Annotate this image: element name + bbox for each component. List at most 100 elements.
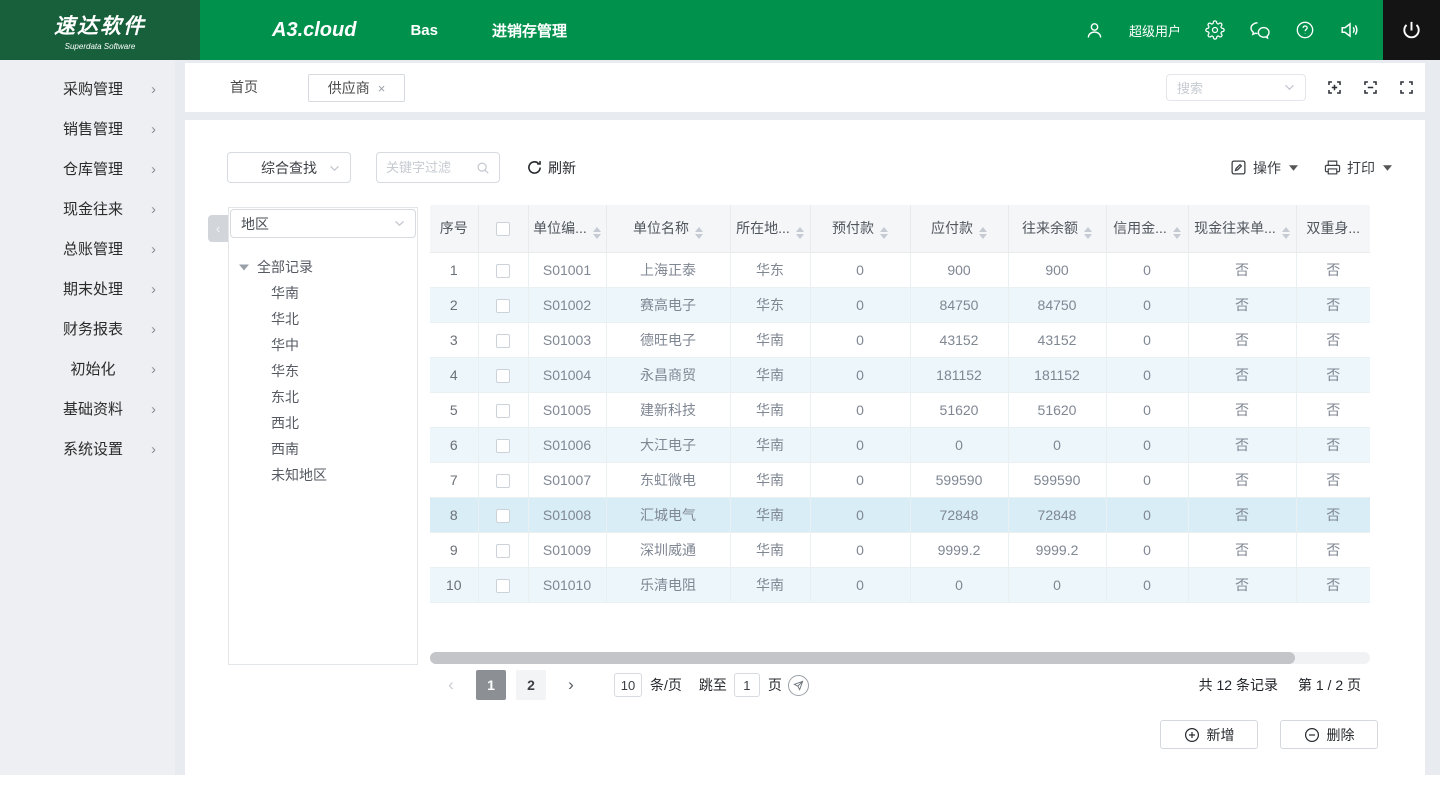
fullscreen-icon[interactable]	[1398, 79, 1415, 96]
jump-go-button[interactable]	[788, 675, 809, 696]
logout-power-button[interactable]	[1383, 0, 1440, 60]
select-all-checkbox[interactable]	[496, 222, 510, 236]
tree-item[interactable]: 西北	[239, 410, 417, 436]
column-header-prepaid[interactable]: 预付款	[810, 205, 910, 252]
sidebar-item[interactable]: 销售管理›	[0, 110, 175, 150]
column-header-cash_doc[interactable]: 现金往来单...	[1188, 205, 1296, 252]
row-checkbox[interactable]	[496, 369, 510, 383]
caret-down-icon[interactable]	[239, 264, 249, 271]
sidebar-item[interactable]: 系统设置›	[0, 430, 175, 470]
next-page-button[interactable]: ›	[564, 675, 578, 695]
sidebar-item[interactable]: 总账管理›	[0, 230, 175, 270]
query-mode-select[interactable]: 综合查找	[227, 152, 351, 183]
table-row[interactable]: 10S01010乐清电阻华南0000否否	[430, 567, 1370, 602]
tab-supplier[interactable]: 供应商 ×	[308, 74, 405, 102]
tree-item[interactable]: 华中	[239, 332, 417, 358]
tree-item[interactable]: 西南	[239, 436, 417, 462]
row-checkbox[interactable]	[496, 299, 510, 313]
table-row[interactable]: 3S01003德旺电子华南043152431520否否	[430, 322, 1370, 357]
row-checkbox[interactable]	[496, 474, 510, 488]
sidebar-item[interactable]: 采购管理›	[0, 70, 175, 110]
sort-icon[interactable]	[1084, 227, 1092, 239]
jump-page-input[interactable]	[734, 673, 760, 697]
sidebar-item[interactable]: 仓库管理›	[0, 150, 175, 190]
add-button[interactable]: 新增	[1160, 720, 1258, 749]
sort-icon[interactable]	[979, 227, 987, 239]
sort-icon[interactable]	[880, 227, 888, 239]
gear-icon[interactable]	[1205, 20, 1225, 40]
previous-page-button[interactable]: ‹	[444, 675, 458, 695]
help-icon[interactable]	[1295, 20, 1315, 40]
region-filter-select[interactable]: 地区	[230, 209, 416, 238]
page-button-2[interactable]: 2	[516, 670, 546, 700]
tree-item[interactable]: 华东	[239, 358, 417, 384]
table-row[interactable]: 6S01006大江电子华南0000否否	[430, 427, 1370, 462]
sidebar-item[interactable]: 财务报表›	[0, 310, 175, 350]
print-dropdown-button[interactable]: 打印	[1324, 158, 1392, 178]
page-button-1[interactable]: 1	[476, 670, 506, 700]
table-row[interactable]: 1S01001上海正泰华东09009000否否	[430, 252, 1370, 287]
column-header-code[interactable]: 单位编...	[528, 205, 606, 252]
sort-icon[interactable]	[593, 227, 601, 239]
row-checkbox[interactable]	[496, 264, 510, 278]
tab-home[interactable]: 首页	[230, 63, 258, 112]
cell-name: 东虹微电	[606, 462, 730, 497]
search-icon[interactable]	[476, 161, 490, 175]
tree-item[interactable]: 华南	[239, 280, 417, 306]
expand-plus-icon[interactable]	[1326, 79, 1343, 96]
column-header-balance[interactable]: 往来余额	[1008, 205, 1106, 252]
sort-icon[interactable]	[1282, 227, 1290, 239]
cell-cash_doc: 否	[1188, 357, 1296, 392]
sort-icon[interactable]	[695, 227, 703, 239]
row-checkbox[interactable]	[496, 404, 510, 418]
tree-item[interactable]: 未知地区	[239, 462, 417, 488]
tree-collapse-handle[interactable]: ‹	[208, 215, 228, 242]
delete-button[interactable]: 删除	[1280, 720, 1378, 749]
operate-dropdown-button[interactable]: 操作	[1230, 158, 1298, 178]
column-header-region[interactable]: 所在地...	[730, 205, 810, 252]
sort-icon[interactable]	[1173, 227, 1181, 239]
nav-product-a3cloud[interactable]: A3.cloud	[272, 19, 356, 42]
tab-search-select[interactable]: 搜索	[1166, 74, 1306, 101]
tree-item[interactable]: 东北	[239, 384, 417, 410]
chat-icon[interactable]	[1249, 19, 1271, 41]
row-checkbox[interactable]	[496, 579, 510, 593]
scrollbar-thumb[interactable]	[430, 652, 1295, 664]
nav-item-invoicing[interactable]: 进销存管理	[492, 20, 567, 41]
keyword-filter-input[interactable]	[386, 160, 476, 175]
row-checkbox[interactable]	[496, 544, 510, 558]
announcement-speaker-icon[interactable]	[1339, 19, 1361, 41]
sidebar-item[interactable]: 现金往来›	[0, 190, 175, 230]
column-header-credit[interactable]: 信用金...	[1106, 205, 1188, 252]
table-row[interactable]: 9S01009深圳威通华南09999.29999.20否否	[430, 532, 1370, 567]
column-header-checkbox[interactable]	[478, 205, 528, 252]
column-header-name[interactable]: 单位名称	[606, 205, 730, 252]
table-row[interactable]: 5S01005建新科技华南051620516200否否	[430, 392, 1370, 427]
nav-item-bas[interactable]: Bas	[410, 22, 438, 39]
sidebar-item[interactable]: 初始化›	[0, 350, 175, 390]
page-size-input[interactable]	[614, 673, 642, 697]
table-row[interactable]: 2S01002赛高电子华东084750847500否否	[430, 287, 1370, 322]
close-icon[interactable]: ×	[378, 81, 386, 96]
row-checkbox[interactable]	[496, 439, 510, 453]
current-user-name[interactable]: 超级用户	[1129, 21, 1181, 40]
row-checkbox[interactable]	[496, 509, 510, 523]
cell-balance: 72848	[1008, 497, 1106, 532]
table-row[interactable]: 8S01008汇城电气华南072848728480否否	[430, 497, 1370, 532]
row-checkbox[interactable]	[496, 334, 510, 348]
horizontal-scrollbar[interactable]	[430, 652, 1370, 664]
table-row[interactable]: 7S01007东虹微电华南05995905995900否否	[430, 462, 1370, 497]
cell-cash_doc: 否	[1188, 322, 1296, 357]
table-row[interactable]: 4S01004永昌商贸华南01811521811520否否	[430, 357, 1370, 392]
sidebar-item[interactable]: 基础资料›	[0, 390, 175, 430]
column-header-dual[interactable]: 双重身...	[1296, 205, 1370, 252]
sidebar-item[interactable]: 期末处理›	[0, 270, 175, 310]
sort-icon[interactable]	[796, 227, 804, 239]
tree-root-item[interactable]: 全部记录	[239, 254, 417, 280]
collapse-minus-icon[interactable]	[1362, 79, 1379, 96]
refresh-button[interactable]: 刷新	[527, 152, 576, 183]
tree-item[interactable]: 华北	[239, 306, 417, 332]
user-icon[interactable]	[1084, 20, 1105, 41]
column-header-index[interactable]: 序号	[430, 205, 478, 252]
column-header-payable[interactable]: 应付款	[910, 205, 1008, 252]
